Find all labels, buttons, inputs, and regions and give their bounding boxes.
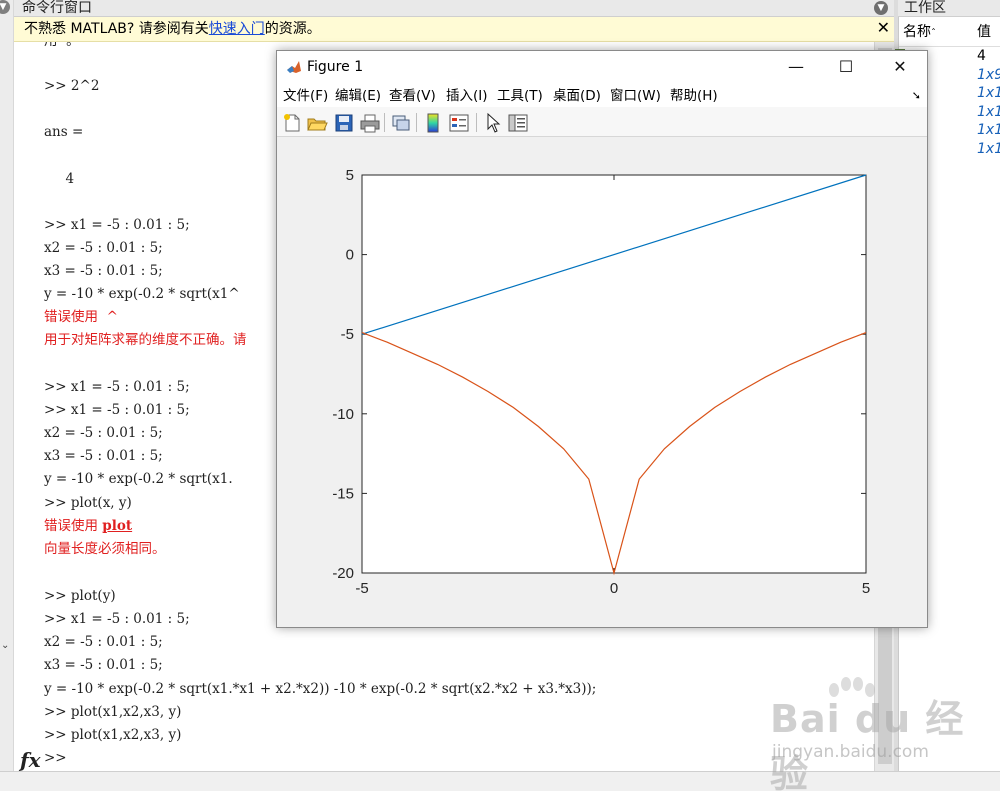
y-tick-label: 0 — [346, 247, 354, 264]
error-prefix: 错误使用 — [44, 518, 103, 534]
print-icon[interactable] — [359, 112, 381, 134]
dock-figure-icon[interactable]: ➘ — [912, 89, 921, 102]
menu-insert[interactable]: 插入(I) — [446, 83, 488, 109]
workspace-header: 工作区 — [898, 0, 1000, 17]
plot-axes[interactable]: -5 0 5 5 0 -5 -10 -15 -20 — [277, 138, 927, 627]
notice-text: 不熟悉 MATLAB? 请参阅有关快速入门的资源。 — [24, 17, 321, 42]
property-inspector-icon[interactable] — [507, 112, 529, 134]
variable-value: 1x1 — [977, 140, 1000, 157]
panel-menu-icon[interactable]: ▼ — [874, 1, 888, 15]
figure-toolbar — [277, 107, 927, 137]
x-tick-label: 0 — [610, 580, 618, 597]
output-line: ans = — [44, 124, 84, 140]
menu-edit[interactable]: 编辑(E) — [335, 83, 381, 109]
variable-value: 1x1 — [977, 85, 1000, 101]
legend-icon[interactable] — [448, 112, 470, 134]
figure-window: Figure 1 — ☐ ✕ 文件(F) 编辑(E) 查看(V) 插入(I) 工… — [276, 50, 928, 628]
output-line: x2 = -5 : 0.01 : 5; — [44, 425, 163, 441]
output-line: >> plot(x1,x2,x3, y) — [44, 727, 182, 743]
maximize-icon[interactable]: ☐ — [823, 51, 869, 83]
output-line: >> x1 = -5 : 0.01 : 5; — [44, 611, 190, 627]
close-icon[interactable]: ✕ — [877, 51, 923, 83]
output-line: x3 = -5 : 0.01 : 5; — [44, 263, 163, 279]
column-name-header[interactable]: 名称ˆ — [903, 17, 936, 49]
x-tick-label: 5 — [862, 580, 870, 597]
command-window-title: 命令行窗口 — [22, 0, 92, 16]
y-tick-label: -5 — [341, 326, 354, 343]
output-line: y = -10 * exp(-0.2 * sqrt(x1. — [44, 471, 233, 487]
figure-menu-bar: 文件(F) 编辑(E) 查看(V) 插入(I) 工具(T) 桌面(D) 窗口(W… — [277, 83, 927, 107]
minimize-icon[interactable]: — — [773, 51, 819, 83]
output-line: >> x1 = -5 : 0.01 : 5; — [44, 217, 190, 233]
toolbar-separator — [384, 113, 385, 132]
new-figure-icon[interactable] — [281, 112, 303, 134]
command-prompt[interactable]: >> — [44, 747, 67, 770]
y-tick-label: -20 — [332, 565, 354, 582]
column-value-header[interactable]: 值 — [977, 17, 991, 47]
y-tick-label: -15 — [332, 485, 354, 502]
matlab-logo-icon — [286, 59, 302, 75]
output-line: y = -10 * exp(-0.2 * sqrt(x1^ — [44, 286, 240, 302]
output-line: x2 = -5 : 0.01 : 5; — [44, 240, 163, 256]
plot-area — [361, 174, 867, 574]
workspace-title: 工作区 — [904, 0, 946, 16]
watermark-logo-text: Bai du 经验 — [770, 697, 965, 791]
figure-canvas: -5 0 5 5 0 -5 -10 -15 -20 — [277, 138, 927, 627]
notice-suffix: 的资源。 — [264, 21, 321, 37]
notice-prefix: 不熟悉 MATLAB? 请参阅有关 — [24, 21, 209, 37]
variable-value: 4 — [977, 48, 986, 64]
link-plot-icon[interactable] — [390, 112, 412, 134]
quick-start-link[interactable]: 快速入门 — [209, 21, 265, 37]
output-line: 4 — [44, 171, 75, 187]
plot-doc-link[interactable]: plot — [102, 518, 132, 534]
variable-value: 1x9 — [977, 66, 1000, 83]
workspace-column-headers: 名称ˆ 值 — [899, 17, 1000, 47]
output-line: >> 2^2 — [44, 78, 100, 94]
x-tick-label: -5 — [355, 580, 368, 597]
figure-title: Figure 1 — [307, 59, 364, 75]
output-line: 用 。 — [44, 42, 80, 53]
left-panel-strip: ▼ ⌄ — [0, 0, 14, 771]
output-line: y = -10 * exp(-0.2 * sqrt(x1.*x1 + x2.*x… — [44, 681, 597, 697]
output-line: >> x1 = -5 : 0.01 : 5; — [44, 379, 190, 395]
menu-view[interactable]: 查看(V) — [389, 83, 436, 109]
colorbar-icon[interactable] — [422, 112, 444, 134]
output-line: >> x1 = -5 : 0.01 : 5; — [44, 402, 190, 418]
function-browser-icon[interactable]: fx — [20, 748, 41, 771]
menu-file[interactable]: 文件(F) — [283, 83, 328, 109]
toolbar-separator — [476, 113, 477, 132]
menu-tools[interactable]: 工具(T) — [497, 83, 543, 109]
toolbar-separator — [416, 113, 417, 132]
error-line: 错误使用 plot — [44, 515, 132, 538]
error-line: 错误使用 ^ — [44, 309, 118, 325]
figure-title-bar[interactable]: Figure 1 — ☐ ✕ — [277, 51, 927, 83]
chevron-down-icon[interactable]: ⌄ — [1, 640, 9, 651]
variable-value: 1x1 — [977, 103, 1000, 120]
output-line: x3 = -5 : 0.01 : 5; — [44, 657, 163, 673]
sort-ascending-icon: ˆ — [931, 28, 936, 39]
output-line: x2 = -5 : 0.01 : 5; — [44, 634, 163, 650]
save-icon[interactable] — [333, 112, 355, 134]
menu-help[interactable]: 帮助(H) — [670, 83, 718, 109]
output-line: >> plot(x1,x2,x3, y) — [44, 704, 182, 720]
close-icon[interactable]: ✕ — [877, 18, 890, 38]
menu-desktop[interactable]: 桌面(D) — [553, 83, 601, 109]
y-tick-label: -10 — [332, 406, 354, 423]
edit-plot-cursor-icon[interactable] — [482, 112, 504, 134]
error-line: 向量长度必须相同。 — [44, 541, 166, 557]
chevron-down-icon[interactable]: ▼ — [0, 0, 10, 14]
y-tick-label: 5 — [346, 167, 354, 184]
getting-started-notice: 不熟悉 MATLAB? 请参阅有关快速入门的资源。 ✕ — [14, 17, 894, 42]
watermark-url: jingyan.baidu.com — [772, 742, 929, 762]
output-line: >> plot(x, y) — [44, 495, 132, 511]
output-line: >> plot(y) — [44, 588, 116, 604]
baidu-jingyan-watermark: Bai du 经验 jingyan.baidu.com — [760, 676, 970, 791]
output-line: x3 = -5 : 0.01 : 5; — [44, 448, 163, 464]
command-window-header: 命令行窗口 ▼ — [14, 0, 894, 17]
open-file-icon[interactable] — [306, 112, 328, 134]
variable-value: 1x1 — [977, 122, 1000, 138]
menu-window[interactable]: 窗口(W) — [610, 83, 661, 109]
error-line: 用于对矩阵求幂的维度不正确。请 — [44, 332, 247, 348]
